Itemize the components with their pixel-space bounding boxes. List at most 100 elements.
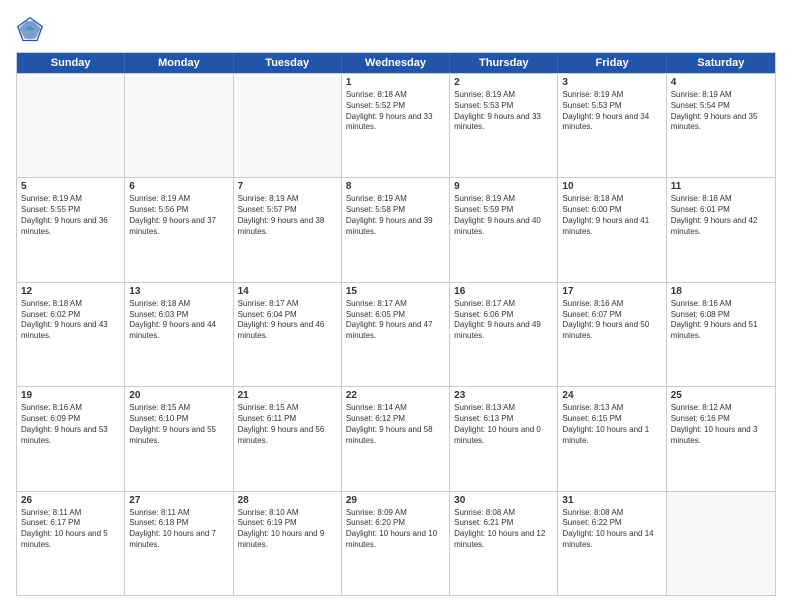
day-number: 31 [562,495,661,506]
day-number: 18 [671,286,771,297]
calendar-day-28: 28Sunrise: 8:10 AM Sunset: 6:19 PM Dayli… [234,492,342,595]
day-info: Sunrise: 8:08 AM Sunset: 6:22 PM Dayligh… [562,508,661,551]
day-info: Sunrise: 8:15 AM Sunset: 6:11 PM Dayligh… [238,403,337,446]
day-number: 30 [454,495,553,506]
calendar-empty-cell [234,74,342,177]
day-info: Sunrise: 8:18 AM Sunset: 6:00 PM Dayligh… [562,194,661,237]
day-info: Sunrise: 8:18 AM Sunset: 6:01 PM Dayligh… [671,194,771,237]
day-number: 28 [238,495,337,506]
day-number: 25 [671,390,771,401]
day-info: Sunrise: 8:19 AM Sunset: 5:57 PM Dayligh… [238,194,337,237]
day-number: 2 [454,77,553,88]
day-info: Sunrise: 8:19 AM Sunset: 5:54 PM Dayligh… [671,90,771,133]
day-info: Sunrise: 8:08 AM Sunset: 6:21 PM Dayligh… [454,508,553,551]
calendar: SundayMondayTuesdayWednesdayThursdayFrid… [16,52,776,596]
day-number: 1 [346,77,445,88]
logo [16,16,48,44]
calendar-day-12: 12 Sunrise: 8:18 AM Sunset: 6:02 PM Dayli… [17,283,125,386]
calendar-day-13: 13 Sunrise: 8:18 AM Sunset: 6:03 PM Dayli… [125,283,233,386]
calendar-day-19: 19 Sunrise: 8:16 AM Sunset: 6:09 PM Dayli… [17,387,125,490]
day-info: Sunrise: 8:16 AM Sunset: 6:07 PM Dayligh… [562,299,661,342]
calendar-day-27: 27Sunrise: 8:11 AM Sunset: 6:18 PM Dayli… [125,492,233,595]
calendar-day-25: 25 Sunrise: 8:12 AM Sunset: 6:16 PM Dayli… [667,387,775,490]
calendar-header: SundayMondayTuesdayWednesdayThursdayFrid… [17,53,775,73]
calendar-day-23: 23Sunrise: 8:13 AM Sunset: 6:13 PM Dayli… [450,387,558,490]
day-number: 20 [129,390,228,401]
calendar-day-9: 9 Sunrise: 8:19 AM Sunset: 5:59 PM Daylig… [450,178,558,281]
day-info: Sunrise: 8:18 AM Sunset: 6:03 PM Dayligh… [129,299,228,342]
day-number: 13 [129,286,228,297]
calendar-day-21: 21 Sunrise: 8:15 AM Sunset: 6:11 PM Dayli… [234,387,342,490]
weekday-header: Monday [125,53,233,73]
day-number: 12 [21,286,120,297]
day-number: 3 [562,77,661,88]
calendar-day-6: 6Sunrise: 8:19 AM Sunset: 5:56 PM Daylig… [125,178,233,281]
day-info: Sunrise: 8:17 AM Sunset: 6:05 PM Dayligh… [346,299,445,342]
day-number: 17 [562,286,661,297]
calendar-day-10: 10 Sunrise: 8:18 AM Sunset: 6:00 PM Dayli… [558,178,666,281]
day-number: 4 [671,77,771,88]
day-info: Sunrise: 8:17 AM Sunset: 6:06 PM Dayligh… [454,299,553,342]
day-info: Sunrise: 8:16 AM Sunset: 6:08 PM Dayligh… [671,299,771,342]
calendar-day-18: 18 Sunrise: 8:16 AM Sunset: 6:08 PM Dayli… [667,283,775,386]
calendar-day-5: 5 Sunrise: 8:19 AM Sunset: 5:55 PM Daylig… [17,178,125,281]
day-number: 27 [129,495,228,506]
day-number: 10 [562,181,661,192]
day-number: 9 [454,181,553,192]
calendar-empty-cell [125,74,233,177]
day-number: 21 [238,390,337,401]
day-info: Sunrise: 8:18 AM Sunset: 5:52 PM Dayligh… [346,90,445,133]
day-number: 19 [21,390,120,401]
day-info: Sunrise: 8:11 AM Sunset: 6:17 PM Dayligh… [21,508,120,551]
day-number: 24 [562,390,661,401]
weekday-header: Wednesday [342,53,450,73]
calendar-day-15: 15Sunrise: 8:17 AM Sunset: 6:05 PM Dayli… [342,283,450,386]
day-number: 5 [21,181,120,192]
day-number: 14 [238,286,337,297]
calendar-day-26: 26 Sunrise: 8:11 AM Sunset: 6:17 PM Dayli… [17,492,125,595]
weekday-header: Thursday [450,53,558,73]
calendar-body: 1 Sunrise: 8:18 AM Sunset: 5:52 PM Daylig… [17,73,775,595]
calendar-day-16: 16 Sunrise: 8:17 AM Sunset: 6:06 PM Dayli… [450,283,558,386]
calendar-empty-cell [667,492,775,595]
day-info: Sunrise: 8:09 AM Sunset: 6:20 PM Dayligh… [346,508,445,551]
logo-icon [16,16,44,44]
calendar-day-4: 4 Sunrise: 8:19 AM Sunset: 5:54 PM Daylig… [667,74,775,177]
day-info: Sunrise: 8:16 AM Sunset: 6:09 PM Dayligh… [21,403,120,446]
day-info: Sunrise: 8:19 AM Sunset: 5:55 PM Dayligh… [21,194,120,237]
calendar-day-1: 1 Sunrise: 8:18 AM Sunset: 5:52 PM Daylig… [342,74,450,177]
calendar-day-31: 31 Sunrise: 8:08 AM Sunset: 6:22 PM Dayli… [558,492,666,595]
day-number: 16 [454,286,553,297]
calendar-row: 5 Sunrise: 8:19 AM Sunset: 5:55 PM Daylig… [17,177,775,281]
calendar-day-29: 29 Sunrise: 8:09 AM Sunset: 6:20 PM Dayli… [342,492,450,595]
day-info: Sunrise: 8:12 AM Sunset: 6:16 PM Dayligh… [671,403,771,446]
weekday-header: Sunday [17,53,125,73]
weekday-header: Tuesday [234,53,342,73]
weekday-header: Friday [558,53,666,73]
day-info: Sunrise: 8:18 AM Sunset: 6:02 PM Dayligh… [21,299,120,342]
day-number: 29 [346,495,445,506]
calendar-day-14: 14 Sunrise: 8:17 AM Sunset: 6:04 PM Dayli… [234,283,342,386]
weekday-header: Saturday [667,53,775,73]
calendar-day-17: 17 Sunrise: 8:16 AM Sunset: 6:07 PM Dayli… [558,283,666,386]
day-info: Sunrise: 8:13 AM Sunset: 6:13 PM Dayligh… [454,403,553,446]
calendar-row: 19 Sunrise: 8:16 AM Sunset: 6:09 PM Dayli… [17,386,775,490]
calendar-empty-cell [17,74,125,177]
calendar-day-8: 8Sunrise: 8:19 AM Sunset: 5:58 PM Daylig… [342,178,450,281]
calendar-day-2: 2Sunrise: 8:19 AM Sunset: 5:53 PM Daylig… [450,74,558,177]
calendar-row: 26 Sunrise: 8:11 AM Sunset: 6:17 PM Dayli… [17,491,775,595]
day-number: 7 [238,181,337,192]
calendar-day-3: 3 Sunrise: 8:19 AM Sunset: 5:53 PM Daylig… [558,74,666,177]
day-info: Sunrise: 8:14 AM Sunset: 6:12 PM Dayligh… [346,403,445,446]
calendar-day-24: 24Sunrise: 8:13 AM Sunset: 6:15 PM Dayli… [558,387,666,490]
day-number: 8 [346,181,445,192]
day-number: 26 [21,495,120,506]
calendar-day-7: 7 Sunrise: 8:19 AM Sunset: 5:57 PM Daylig… [234,178,342,281]
day-info: Sunrise: 8:19 AM Sunset: 5:59 PM Dayligh… [454,194,553,237]
calendar-row: 1 Sunrise: 8:18 AM Sunset: 5:52 PM Daylig… [17,73,775,177]
calendar-day-11: 11Sunrise: 8:18 AM Sunset: 6:01 PM Dayli… [667,178,775,281]
day-info: Sunrise: 8:19 AM Sunset: 5:53 PM Dayligh… [562,90,661,133]
day-info: Sunrise: 8:17 AM Sunset: 6:04 PM Dayligh… [238,299,337,342]
calendar-row: 12 Sunrise: 8:18 AM Sunset: 6:02 PM Dayli… [17,282,775,386]
day-number: 6 [129,181,228,192]
